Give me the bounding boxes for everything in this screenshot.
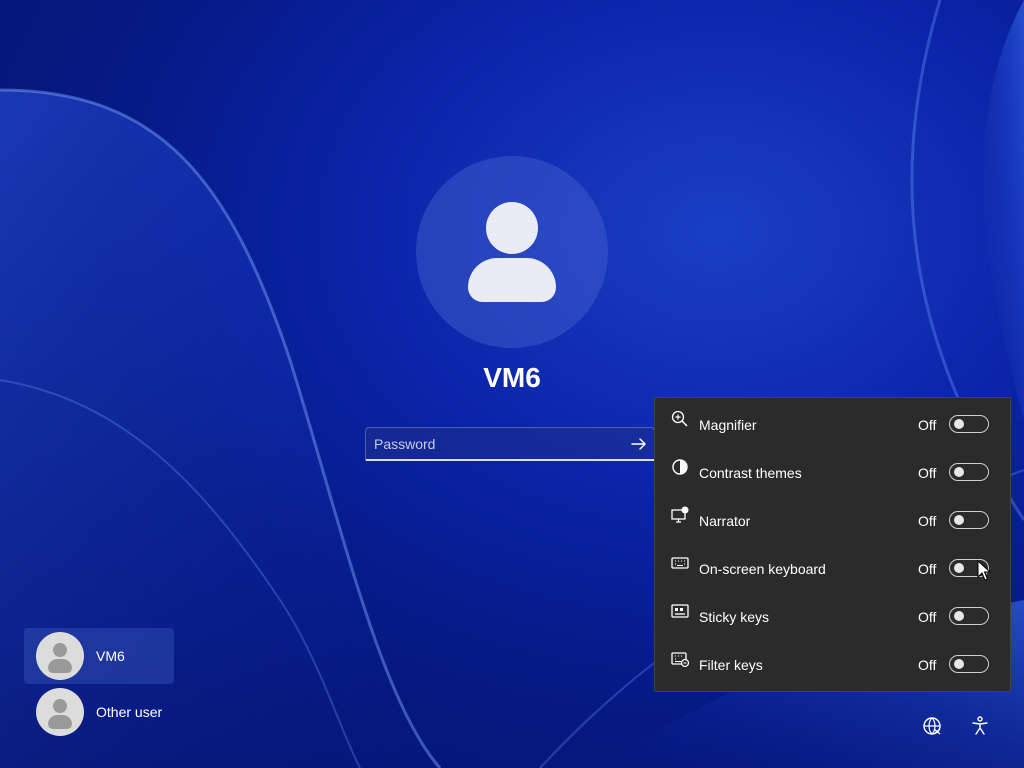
avatar-body [48, 715, 72, 729]
submit-arrow-icon[interactable] [628, 433, 650, 455]
toggle-knob [954, 611, 964, 621]
avatar [36, 632, 84, 680]
avatar-head [53, 699, 67, 713]
contrast-themes-toggle[interactable] [949, 463, 989, 481]
toggle-knob [954, 659, 964, 669]
user-item-vm6[interactable]: VM6 [24, 628, 174, 684]
narrator-toggle[interactable] [949, 511, 989, 529]
password-input[interactable] [366, 428, 626, 460]
filter-keys-icon [671, 652, 690, 668]
a11y-row-magnifier[interactable]: Magnifier Off [655, 400, 1012, 448]
a11y-label: Sticky keys [699, 609, 770, 625]
avatar-head [486, 202, 538, 254]
toggle-knob [954, 563, 964, 573]
a11y-state: Off [918, 513, 937, 529]
password-field-container[interactable] [365, 427, 655, 461]
username-title: VM6 [483, 362, 541, 393]
a11y-state: Off [918, 609, 937, 625]
a11y-label: On-screen keyboard [699, 561, 826, 577]
user-item-label: VM6 [96, 648, 125, 664]
a11y-state: Off [918, 561, 937, 577]
a11y-label: Magnifier [699, 417, 757, 433]
network-icon[interactable] [920, 714, 944, 738]
keyboard-icon [671, 557, 689, 569]
a11y-row-contrast-themes[interactable]: Contrast themes Off [655, 448, 1012, 496]
user-item-other-user[interactable]: Other user [24, 684, 174, 740]
narrator-icon [671, 506, 689, 523]
toggle-knob [954, 419, 964, 429]
a11y-state: Off [918, 657, 937, 673]
user-list: VM6 Other user [24, 628, 174, 740]
avatar-head [53, 643, 67, 657]
sticky-keys-toggle[interactable] [949, 607, 989, 625]
toggle-knob [954, 515, 964, 525]
user-avatar-large [416, 156, 608, 348]
a11y-row-on-screen-keyboard[interactable]: On-screen keyboard Off [655, 544, 1012, 592]
toggle-knob [954, 467, 964, 477]
avatar [36, 688, 84, 736]
a11y-row-filter-keys[interactable]: Filter keys Off [655, 640, 1012, 688]
contrast-icon [672, 459, 688, 475]
a11y-state: Off [918, 465, 937, 481]
a11y-row-sticky-keys[interactable]: Sticky keys Off [655, 592, 1012, 640]
a11y-label: Filter keys [699, 657, 763, 673]
accessibility-flyout: Magnifier Off Contrast themes Off Narrat… [654, 397, 1011, 692]
a11y-row-narrator[interactable]: Narrator Off [655, 496, 1012, 544]
avatar-body [468, 258, 556, 302]
a11y-label: Narrator [699, 513, 751, 529]
on-screen-keyboard-toggle[interactable] [949, 559, 989, 577]
a11y-label: Contrast themes [699, 465, 802, 481]
sticky-keys-icon [671, 604, 689, 618]
magnifier-icon [671, 410, 688, 427]
user-item-label: Other user [96, 704, 163, 720]
filter-keys-toggle[interactable] [949, 655, 989, 673]
a11y-state: Off [918, 417, 937, 433]
accessibility-icon[interactable] [968, 714, 992, 738]
avatar-body [48, 659, 72, 673]
magnifier-toggle[interactable] [949, 415, 989, 433]
